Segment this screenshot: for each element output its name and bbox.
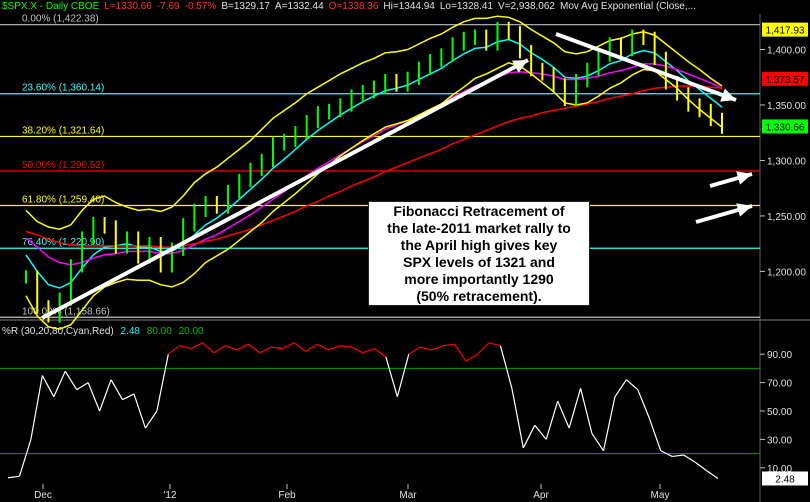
high-price: Hi=1344.94 (383, 1, 435, 12)
y-tick-label: 1,350.00 (767, 101, 806, 112)
bid-price: B=1329.17 (221, 1, 270, 12)
chart-header: $SPX.X - Daily CBOE L=1330.66 -7.69 -0.57% B… (2, 1, 701, 12)
price-tag-label: 1,417.93 (766, 26, 805, 37)
ask-price: A=1332.44 (274, 1, 324, 12)
wr-label: %R (30,20,80,Cyan,Red) (2, 326, 114, 337)
price-tag-label: 1,373.57 (766, 75, 805, 86)
williams-r-header: %R (30,20,80,Cyan,Red) 2.48 80.00 20.00 (2, 326, 204, 337)
wr-value-tag-label: 2.48 (775, 474, 795, 485)
price-change: -7.69 (156, 1, 180, 12)
y-tick-label: 1,300.00 (767, 156, 806, 167)
open-price: O=1338.36 (328, 1, 379, 12)
x-tick-label: Mar (399, 490, 417, 501)
wr-lower: 20.00 (178, 326, 204, 337)
x-tick-label: Feb (278, 490, 296, 501)
annotation-line: (50% retracement). (416, 287, 542, 304)
annotation-line: more importantly 1290 (404, 270, 554, 287)
y-tick-label: 1,200.00 (767, 267, 806, 278)
wr-y-tick-label: 50.00 (767, 407, 792, 418)
wr-y-tick-label: 90.00 (767, 350, 792, 361)
annotation-line: the late-2011 market rally to (387, 219, 571, 236)
wr-upper: 80.00 (146, 326, 172, 337)
price-change-pct: -0.57% (184, 1, 217, 12)
fib-label: 38.20% (1,321.64) (22, 125, 104, 136)
y-tick-label: 1,250.00 (767, 212, 806, 223)
fib-label: 23.60% (1,360.14) (22, 83, 104, 94)
annotation-line: the April high gives key (400, 236, 558, 253)
price-tag-label: 1,330.66 (766, 122, 805, 133)
x-tick-label: Apr (533, 490, 549, 501)
annotation-line: SPX levels of 1321 and (403, 253, 555, 270)
annotation-line: Fibonacci Retracement of (393, 202, 565, 219)
wr-value: 2.48 (120, 326, 140, 337)
fib-label: 0.00% (1,422.38) (22, 14, 99, 25)
y-tick-label: 1,400.00 (767, 46, 806, 57)
x-tick-label: '12 (163, 490, 176, 501)
symbol-label: $SPX.X - Daily CBOE (2, 1, 100, 12)
volume: V=2,938,062 (497, 1, 555, 12)
annotation-box: Fibonacci Retracement of the late-2011 m… (368, 201, 590, 306)
x-tick-label: Dec (34, 490, 52, 501)
x-tick-label: May (651, 490, 670, 501)
wr-y-tick-label: 30.00 (767, 435, 792, 446)
indicator-label: Mov Avg Exponential (Close,... (559, 1, 696, 12)
low-price: Lo=1328.41 (439, 1, 493, 12)
last-price: L=1330.66 (104, 1, 152, 12)
wr-y-tick-label: 70.00 (767, 379, 792, 390)
fib-label: 50.00% (1,290.52) (22, 160, 104, 171)
